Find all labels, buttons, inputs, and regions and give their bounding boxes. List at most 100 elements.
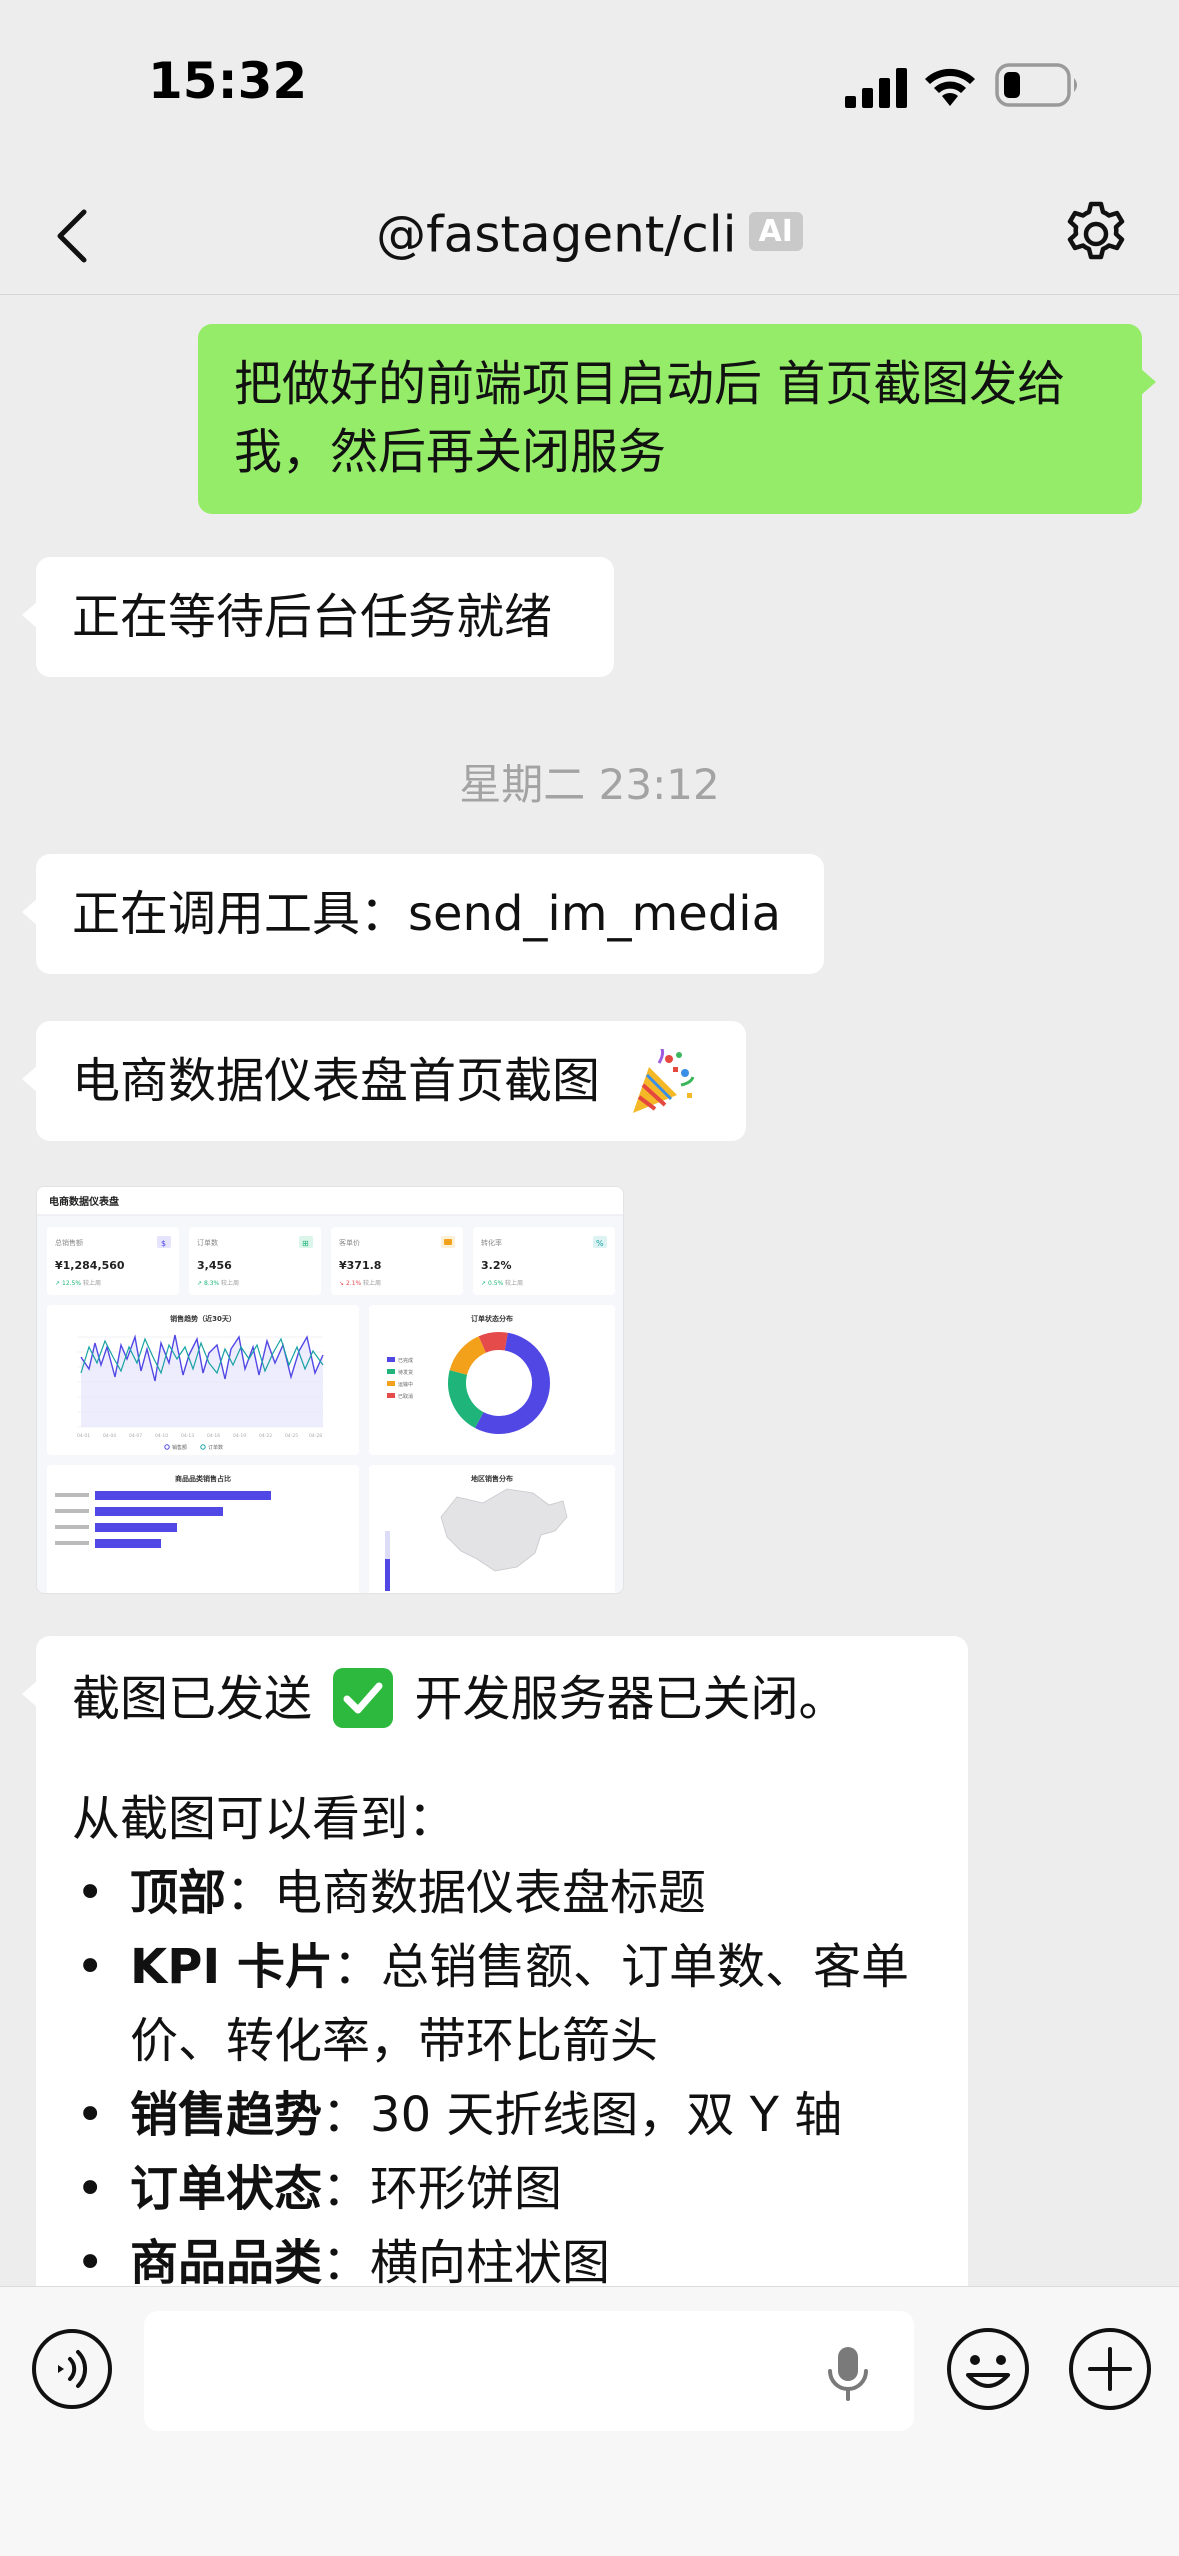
user-message-bubble[interactable]: 把做好的前端项目启动后 首页截图发给 我，然后再关闭服务 (198, 324, 1156, 514)
ai-badge: AI (748, 212, 803, 251)
donut-legend-item: 已完成 (398, 1357, 413, 1364)
summary-item-title: 销售趋势 (130, 2087, 323, 2143)
kpi-value: ¥1,284,560 (55, 1259, 125, 1272)
summary-list-item: • 销售趋势：30 天折线图，双 Y 轴 (72, 2078, 932, 2152)
svg-text:↗: ↗ (481, 1280, 486, 1287)
summary-sent-prefix: 截图已发送 (72, 1671, 313, 1727)
summary-sent-suffix: 开发服务器已关闭。 (414, 1671, 847, 1727)
svg-text:04-22: 04-22 (259, 1433, 272, 1439)
kpi-change: 2.1% (346, 1280, 362, 1287)
kpi-card: 订单数 ⊞ 3,456 ↗ 8.3% 较上周 (189, 1227, 321, 1295)
sales-trend-panel: 销售趋势（近30天） 04-01 04-04 04-07 04-10 04-13 04-… (47, 1305, 359, 1455)
battery-icon (995, 63, 1077, 107)
microphone-icon[interactable] (820, 2343, 876, 2403)
thumb-header: 电商数据仪表盘 (49, 1195, 119, 1208)
voice-mode-icon[interactable] (30, 2327, 114, 2411)
donut-legend-item: 已取消 (398, 1393, 413, 1400)
input-bar (0, 2286, 1179, 2556)
bullet-marker: • (76, 1939, 105, 1995)
tool-call-text: 正在调用工具：send_im_media (72, 886, 782, 942)
summary-item-sep: ： (226, 1865, 275, 1921)
svg-text:04-25: 04-25 (285, 1433, 298, 1439)
svg-text:04-13: 04-13 (181, 1433, 194, 1439)
summary-list-item: • 商品品类：横向柱状图 (72, 2226, 932, 2286)
check-mark-icon (333, 1668, 394, 1728)
svg-text:04-10: 04-10 (155, 1433, 168, 1439)
kpi-label: 总销售额 (55, 1238, 83, 1247)
kpi-compare: 较上周 (83, 1279, 101, 1287)
order-status-panel: 订单状态分布 已完成 待发货 运输中 已取消 (369, 1305, 615, 1455)
summary-item-sep: ： (322, 2235, 371, 2286)
gear-icon[interactable] (1060, 198, 1132, 270)
category-title: 商品品类销售占比 (175, 1474, 231, 1483)
caption-text: 电商数据仪表盘首页截图 (72, 1053, 601, 1109)
region-panel: 地区销售分布 (369, 1465, 615, 1593)
kpi-change: 0.5% (488, 1280, 504, 1287)
summary-list-item: • KPI 卡片：总销售额、订单数、客单价、转化率，带环比箭头 (72, 1930, 932, 2078)
chat-messages[interactable]: 把做好的前端项目启动后 首页截图发给 我，然后再关闭服务 正在等待后台任务就绪 … (0, 296, 1179, 2286)
category-panel: 商品品类销售占比 (47, 1465, 359, 1593)
status-bar: 15:32 (0, 0, 1179, 180)
cellular-signal-icon (845, 68, 907, 108)
bot-message-tool-call[interactable]: 正在调用工具：send_im_media (22, 854, 824, 974)
chat-title-text: @fastagent/cli (376, 205, 737, 264)
sales-trend-title: 销售趋势（近30天） (169, 1314, 236, 1323)
kpi-label: 客单价 (339, 1238, 360, 1247)
summary-item-text: 30 天折线图，双 Y 轴 (370, 2087, 843, 2143)
nav-bar: @fastagent/cli AI (0, 180, 1179, 295)
kpi-compare: 较上周 (363, 1279, 381, 1287)
summary-item-title: KPI 卡片 (130, 1939, 333, 1995)
bot-message-waiting[interactable]: 正在等待后台任务就绪 (22, 557, 614, 677)
user-message-line2: 我，然后再关闭服务 (234, 424, 667, 480)
summary-list-item: • 顶部：电商数据仪表盘标题 (72, 1856, 932, 1930)
dashboard-screenshot-preview: 电商数据仪表盘 总销售额 $ ¥1,284,560 ↗ 12.5% 较上周 订单… (37, 1187, 623, 1593)
message-input[interactable] (144, 2311, 914, 2431)
bot-message-caption[interactable]: 电商数据仪表盘首页截图 (22, 1021, 746, 1141)
donut-legend-item: 运输中 (398, 1381, 413, 1388)
donut-legend-item: 待发货 (398, 1369, 413, 1376)
region-title: 地区销售分布 (471, 1474, 513, 1483)
svg-text:⊞: ⊞ (302, 1239, 309, 1248)
bullet-marker: • (76, 2235, 105, 2286)
bot-message-summary[interactable]: 截图已发送 开发服务器已关闭。 从截图可以看到： • 顶部：电商数据仪表盘标题 … (22, 1636, 968, 2286)
summary-item-sep: ： (322, 2161, 371, 2217)
summary-item-title: 订单状态 (130, 2161, 323, 2217)
svg-text:04-19: 04-19 (233, 1433, 246, 1439)
svg-text:04-04: 04-04 (103, 1433, 116, 1439)
bullet-marker: • (76, 1865, 105, 1921)
bullet-marker: • (76, 2161, 105, 2217)
wifi-icon (925, 68, 975, 106)
svg-text:04-07: 04-07 (129, 1433, 142, 1439)
svg-text:$: $ (161, 1239, 166, 1248)
kpi-compare: 较上周 (505, 1279, 523, 1287)
summary-intro: 从截图可以看到： (72, 1791, 457, 1847)
kpi-label: 转化率 (481, 1238, 502, 1247)
chat-title: @fastagent/cli AI (0, 202, 1179, 264)
summary-item-text: 横向柱状图 (370, 2235, 611, 2286)
user-message-line1: 把做好的前端项目启动后 首页截图发给 (234, 356, 1066, 412)
kpi-change: 8.3% (204, 1280, 220, 1287)
kpi-value: ¥371.8 (339, 1259, 381, 1272)
svg-text:04-28: 04-28 (309, 1433, 322, 1439)
kpi-change: 12.5% (62, 1280, 81, 1287)
svg-text:↘: ↘ (339, 1280, 344, 1287)
svg-text:04-01: 04-01 (77, 1433, 90, 1439)
party-popper-icon (633, 1049, 695, 1113)
summary-item-text: 环形饼图 (370, 2161, 563, 2217)
svg-text:↗: ↗ (55, 1280, 60, 1287)
add-attachment-icon[interactable] (1066, 2325, 1154, 2413)
summary-item-title: 顶部 (130, 1865, 227, 1921)
order-status-title: 订单状态分布 (471, 1314, 513, 1323)
summary-item-sep: ： (322, 2087, 371, 2143)
emoji-icon[interactable] (944, 2325, 1032, 2413)
kpi-label: 订单数 (197, 1238, 218, 1247)
status-time: 15:32 (148, 52, 308, 110)
dashboard-screenshot-image[interactable]: 电商数据仪表盘 总销售额 $ ¥1,284,560 ↗ 12.5% 较上周 订单… (36, 1186, 624, 1594)
kpi-card: 客单价 ¥371.8 ↘ 2.1% 较上周 (331, 1227, 463, 1295)
kpi-value: 3,456 (197, 1259, 232, 1272)
legend-sales: 销售额 (172, 1444, 187, 1451)
timestamp: 星期二 23:12 (459, 760, 720, 809)
svg-text:04-16: 04-16 (207, 1433, 220, 1439)
summary-item-text: 电商数据仪表盘标题 (274, 1865, 707, 1921)
summary-item-sep: ： (332, 1939, 381, 1995)
